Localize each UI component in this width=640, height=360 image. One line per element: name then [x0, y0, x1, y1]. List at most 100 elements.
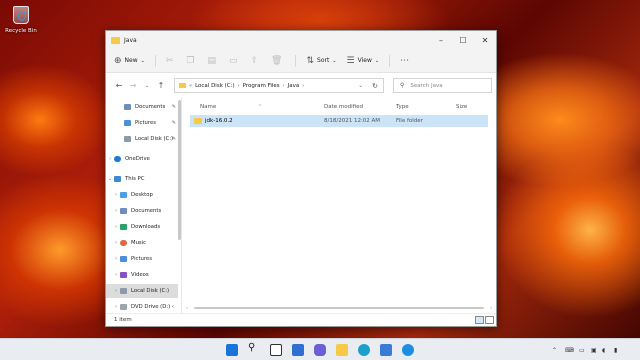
copy-icon: ❐: [186, 55, 195, 66]
chevron-right-icon[interactable]: ›: [112, 272, 120, 278]
maximize-button[interactable]: ☐: [452, 31, 474, 49]
horizontal-scrollbar[interactable]: [194, 307, 484, 309]
item-count: 1 item: [114, 317, 132, 323]
new-button[interactable]: ⊕ New ⌄: [114, 56, 145, 66]
sidebar-item-label: This PC: [125, 176, 145, 182]
address-bar[interactable]: « Local Disk (C:) › Program Files › Java…: [174, 78, 384, 93]
store-icon[interactable]: [380, 344, 392, 356]
recent-locations-button[interactable]: ⌄: [140, 83, 154, 89]
cut-icon: ✂: [165, 55, 174, 66]
file-name[interactable]: jdk-16.0.2: [205, 118, 233, 124]
address-overflow[interactable]: «: [189, 83, 192, 89]
close-button[interactable]: ✕: [474, 31, 496, 49]
task-view-icon[interactable]: [270, 344, 282, 356]
chevron-right-icon[interactable]: ›: [238, 83, 240, 89]
pictures-icon: [120, 256, 127, 262]
sidebar-item-pictures[interactable]: › Pictures: [106, 252, 178, 266]
chevron-right-icon[interactable]: ›: [106, 156, 114, 162]
table-row[interactable]: jdk-16.0.2 8/18/2021 12:02 AM File folde…: [190, 115, 488, 127]
sort-button[interactable]: ⇅ Sort ⌄: [306, 56, 336, 66]
search-input[interactable]: Search Java: [410, 83, 442, 89]
title-bar[interactable]: Java – ☐ ✕: [106, 31, 496, 49]
refresh-button[interactable]: ↻: [372, 82, 378, 90]
sidebar-item-onedrive[interactable]: › OneDrive: [106, 152, 178, 166]
view-button[interactable]: ☰ View ⌄: [347, 56, 380, 66]
desktop-folder-icon: [120, 192, 127, 198]
keyboard-icon[interactable]: ⌨: [565, 339, 574, 360]
rename-button[interactable]: ▭: [229, 56, 241, 66]
address-dropdown-button[interactable]: ⌄: [358, 83, 363, 89]
back-button[interactable]: ←: [112, 81, 126, 90]
pin-icon: ✎: [171, 120, 176, 126]
copy-button[interactable]: ❐: [186, 56, 197, 66]
tray-overflow-icon[interactable]: ⌃: [552, 339, 557, 360]
sidebar-item-downloads[interactable]: › Downloads: [106, 220, 178, 234]
chevron-right-icon[interactable]: ›: [112, 208, 120, 214]
sidebar-item-local-disk[interactable]: › Local Disk (C:): [106, 284, 178, 298]
sidebar-item-documents[interactable]: › Documents: [106, 204, 178, 218]
chevron-right-icon[interactable]: ›: [112, 256, 120, 262]
pictures-icon: [124, 120, 131, 126]
share-button[interactable]: ⇪: [251, 56, 262, 66]
breadcrumb-program-files[interactable]: Program Files: [243, 83, 280, 89]
edge-icon[interactable]: [358, 344, 370, 356]
column-header-type[interactable]: Type: [396, 104, 409, 110]
sidebar-item-label: Downloads: [131, 224, 161, 230]
sidebar-item-quick-pictures[interactable]: Pictures ✎: [106, 116, 178, 130]
breadcrumb-java[interactable]: Java: [288, 83, 300, 89]
column-header-name[interactable]: Name: [200, 104, 216, 110]
recycle-bin[interactable]: Recycle Bin: [4, 6, 38, 34]
scroll-left-arrow[interactable]: ‹: [186, 306, 188, 311]
more-options-button[interactable]: ⋯: [400, 56, 412, 66]
file-explorer-taskbar-icon[interactable]: [336, 344, 348, 356]
chevron-right-icon[interactable]: ›: [112, 224, 120, 230]
widgets-icon[interactable]: [292, 344, 304, 356]
sidebar-item-quick-documents[interactable]: Documents ✎: [106, 100, 178, 114]
breadcrumb-local-disk[interactable]: Local Disk (C:): [195, 83, 235, 89]
documents-icon: [120, 208, 127, 214]
paste-icon: ▤: [207, 55, 216, 66]
sidebar-item-desktop[interactable]: › Desktop: [106, 188, 178, 202]
sidebar-item-quick-local-disk[interactable]: Local Disk (C:) ✎: [106, 132, 178, 146]
display-icon[interactable]: ▭: [579, 339, 585, 360]
tiles-view-button[interactable]: [485, 316, 494, 324]
chevron-right-icon[interactable]: ›: [112, 288, 120, 294]
cut-button[interactable]: ✂: [166, 56, 177, 66]
music-icon: [120, 240, 127, 246]
chevron-right-icon[interactable]: ›: [112, 192, 120, 198]
sidebar-item-music[interactable]: › Music: [106, 236, 178, 250]
details-view-button[interactable]: [475, 316, 484, 324]
scroll-right-arrow[interactable]: ›: [490, 306, 492, 311]
sidebar-item-label: Local Disk (C:): [135, 136, 174, 142]
delete-button[interactable]: 🗑: [271, 56, 285, 66]
file-date: 8/18/2021 12:02 AM: [324, 118, 381, 124]
chevron-down-icon[interactable]: ⌄: [106, 176, 114, 182]
paste-button[interactable]: ▤: [207, 56, 219, 66]
onedrive-icon: [114, 156, 121, 162]
command-bar: ⊕ New ⌄ ✂ ❐ ▤ ▭ ⇪ 🗑 ⇅ Sort ⌄ ☰ View ⌄ ⋯: [106, 49, 496, 73]
up-button[interactable]: ↑: [154, 81, 168, 90]
sidebar-item-dvd-drive[interactable]: › DVD Drive (D:) ‹: [106, 300, 178, 313]
forward-button[interactable]: →: [126, 81, 140, 90]
start-icon[interactable]: [226, 344, 238, 356]
sidebar-item-this-pc[interactable]: ⌄ This PC: [106, 172, 178, 186]
chevron-down-icon: ⌄: [140, 57, 145, 64]
plus-icon: ⊕: [114, 55, 122, 66]
column-header-size[interactable]: Size: [456, 104, 467, 110]
column-header-date[interactable]: Date modified: [324, 104, 363, 110]
chevron-right-icon[interactable]: ›: [112, 240, 120, 246]
network-icon[interactable]: ▣: [591, 339, 597, 360]
minimize-button[interactable]: –: [430, 31, 452, 49]
search-icon[interactable]: ⚲: [248, 342, 260, 354]
chevron-right-icon[interactable]: ›: [112, 304, 120, 310]
volume-icon[interactable]: ◖: [602, 339, 605, 360]
chat-icon[interactable]: [314, 344, 326, 356]
chevron-right-icon[interactable]: ›: [283, 83, 285, 89]
downloads-icon: [120, 224, 127, 230]
skype-icon[interactable]: [402, 344, 414, 356]
chevron-right-icon[interactable]: ›: [302, 83, 304, 89]
search-box[interactable]: ⚲ Search Java: [393, 78, 492, 93]
sidebar-scrollbar[interactable]: [178, 100, 181, 240]
battery-icon[interactable]: ▮: [614, 339, 617, 360]
sidebar-item-videos[interactable]: › Videos: [106, 268, 178, 282]
